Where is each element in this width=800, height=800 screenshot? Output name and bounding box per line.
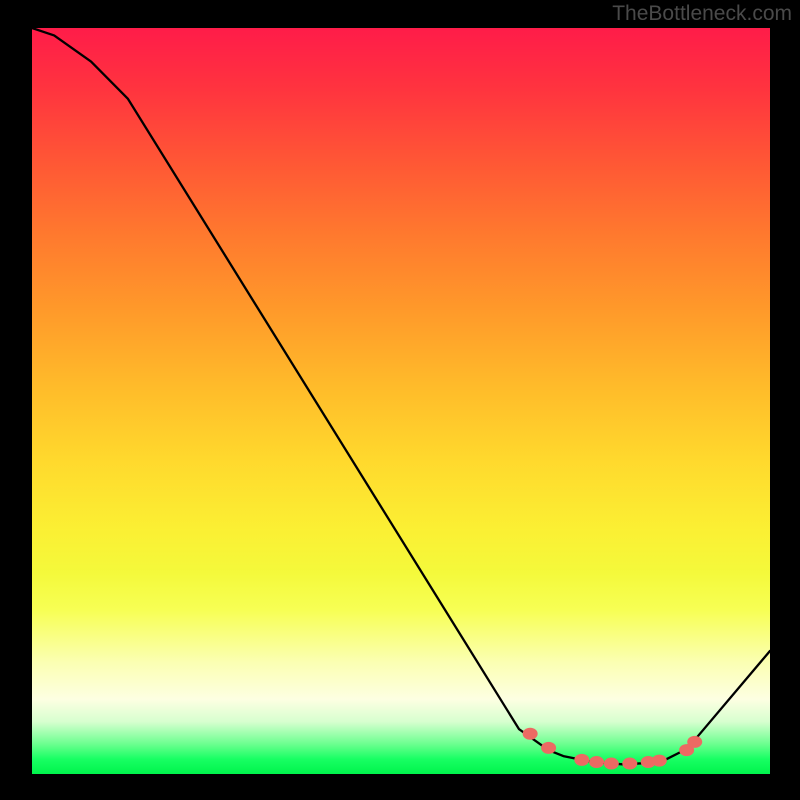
bottleneck-curve bbox=[32, 28, 770, 764]
curve-marker bbox=[687, 736, 702, 748]
chart-container: TheBottleneck.com bbox=[0, 0, 800, 800]
curve-marker bbox=[652, 755, 667, 767]
curve-markers bbox=[523, 728, 703, 770]
watermark-text: TheBottleneck.com bbox=[612, 2, 792, 26]
plot-area bbox=[32, 28, 770, 774]
curve-marker bbox=[541, 742, 556, 754]
curve-marker bbox=[574, 754, 589, 766]
curve-marker bbox=[604, 758, 619, 770]
curve-marker bbox=[622, 758, 637, 770]
curve-layer bbox=[32, 28, 770, 774]
curve-marker bbox=[523, 728, 538, 740]
curve-marker bbox=[589, 756, 604, 768]
